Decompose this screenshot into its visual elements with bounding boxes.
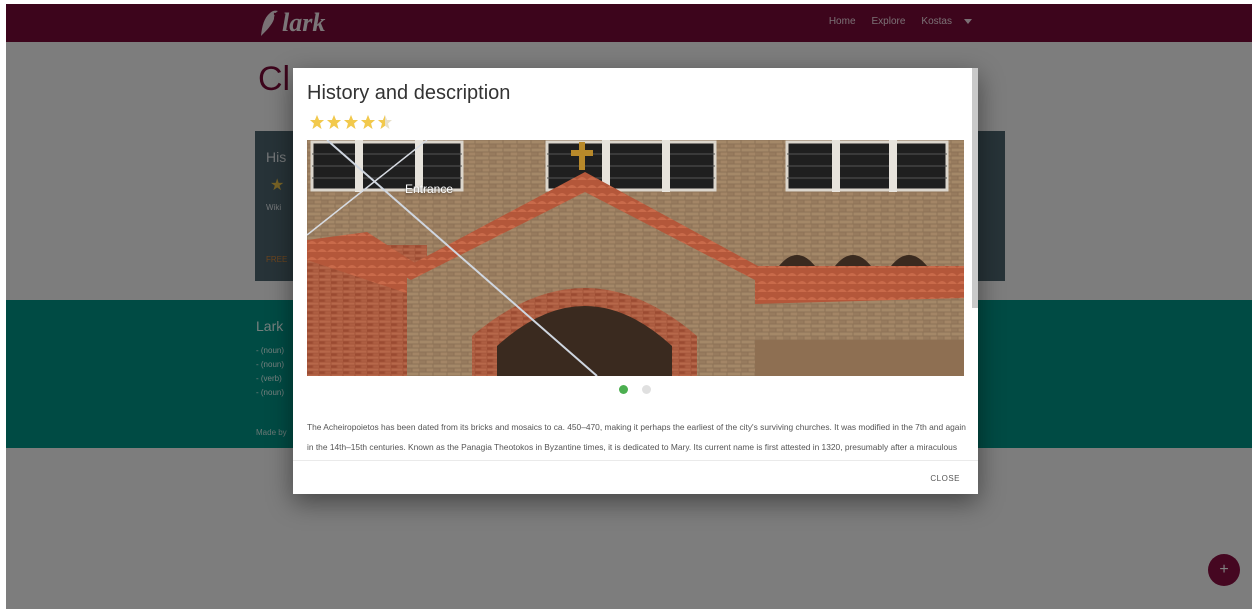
close-button[interactable]: CLOSE (930, 474, 960, 483)
modal-title: History and description (307, 82, 511, 104)
star-icon (361, 115, 375, 129)
carousel-dot[interactable] (619, 385, 628, 394)
carousel-dot[interactable] (642, 385, 651, 394)
star-icon (344, 115, 358, 129)
image-caption: Entrance (405, 182, 454, 196)
star-icon (378, 115, 392, 129)
carousel-indicators (619, 385, 651, 394)
history-modal: History and description Entrance The Ach… (293, 68, 978, 494)
modal-scrollbar[interactable] (972, 68, 978, 308)
page: lark Home Explore Kostas Cl His ★ Wiki F… (6, 4, 1252, 609)
church-photo[interactable]: Entrance (307, 140, 964, 376)
star-icon (310, 115, 324, 129)
star-icon (327, 115, 341, 129)
rating-stars (309, 114, 393, 130)
history-description: The Acheiropoietos has been dated from i… (307, 422, 966, 452)
modal-content[interactable]: History and description Entrance The Ach… (293, 68, 978, 460)
church-entrance-image (307, 140, 964, 376)
modal-footer: CLOSE (293, 460, 978, 494)
